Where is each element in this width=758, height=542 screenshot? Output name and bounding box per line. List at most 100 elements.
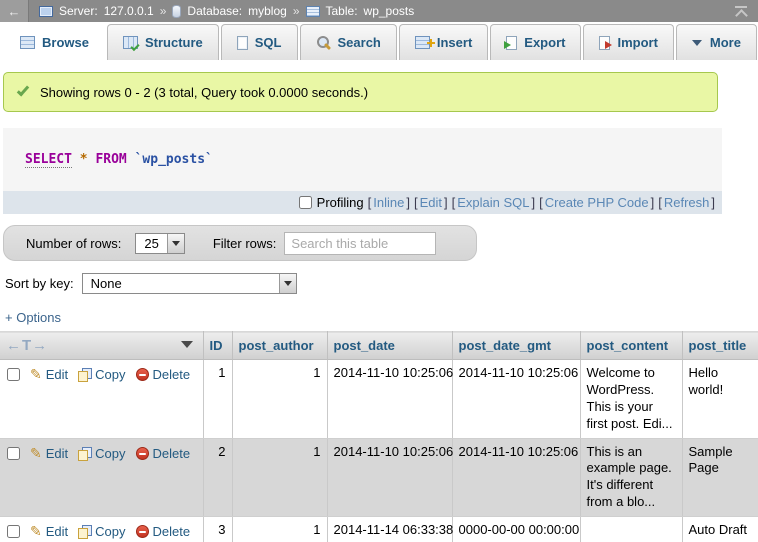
row-checkbox[interactable] [7,525,20,538]
bracket: [ [414,195,418,210]
cell-id: 3 [203,517,232,542]
row-actions: Edit Copy Delete [0,438,203,517]
edit-label: Edit [46,367,68,382]
edit-label: Edit [46,446,68,461]
server-link[interactable]: 127.0.0.1 [104,4,154,18]
tab-export[interactable]: Export [490,24,581,60]
database-link[interactable]: myblog [248,4,287,18]
sql-query: SELECT * FROM `wp_posts` [3,128,722,191]
tab-label: Browse [42,35,89,50]
delete-label: Delete [153,367,191,382]
cell-post-date-gmt: 0000-00-00 00:00:00 [452,517,580,542]
table-row: EditCopyDelete 3 1 2014-11-14 06:33:38 0… [0,517,758,542]
column-header-post-author[interactable]: post_author [232,332,327,360]
bracket: ] [444,195,448,210]
tab-structure[interactable]: Structure [107,24,219,60]
back-button[interactable]: ← [0,0,29,22]
sort-select[interactable]: None [82,273,297,294]
column-header-post-date[interactable]: post_date [327,332,452,360]
sql-keyword-select[interactable]: SELECT [25,152,72,168]
edit-button[interactable]: Edit [30,367,68,382]
filter-label: Filter rows: [213,236,277,251]
server-icon [39,6,53,17]
inline-link[interactable]: Inline [373,195,404,210]
sql-star: * [80,152,88,167]
breadcrumb-separator: » [293,4,300,18]
copy-icon [78,368,91,381]
bracket: [ [539,195,543,210]
delete-button[interactable]: Delete [136,446,191,461]
sort-row: Sort by key: None [5,273,758,294]
bracket: ] [651,195,655,210]
edit-button[interactable]: Edit [30,446,68,461]
column-header-id[interactable]: ID [203,332,232,360]
copy-button[interactable]: Copy [78,524,125,539]
column-header-post-date-gmt[interactable]: post_date_gmt [452,332,580,360]
success-check-icon [17,84,29,97]
rows-select[interactable]: 25 [135,233,184,254]
database-icon [172,5,181,18]
delete-button[interactable]: Delete [136,367,191,382]
profiling-checkbox[interactable] [299,196,312,209]
column-move-icon[interactable]: ←T→ [6,337,48,354]
cell-post-title: Sample Page [682,438,758,517]
filter-input[interactable] [284,232,436,255]
sql-query-box: SELECT * FROM `wp_posts` Profiling [ Inl… [3,128,722,214]
cell-post-date-gmt: 2014-11-10 10:25:06 [452,438,580,517]
tab-import[interactable]: Import [583,24,673,60]
tab-insert[interactable]: Insert [399,24,488,60]
tab-label: Export [524,35,565,50]
server-label: Server: [59,4,98,18]
explain-sql-link[interactable]: Explain SQL [457,195,529,210]
structure-icon [123,36,138,49]
bracket: [ [452,195,456,210]
cell-post-date: 2014-11-14 06:33:38 [327,517,452,542]
edit-query-link[interactable]: Edit [420,195,442,210]
delete-icon [136,368,149,381]
rows-select-value: 25 [136,234,166,253]
profiling-label: Profiling [317,195,364,210]
column-header-post-title[interactable]: post_title [682,332,758,360]
insert-icon [415,36,430,49]
tab-sql[interactable]: SQL [221,24,298,60]
copy-button[interactable]: Copy [78,446,125,461]
refresh-link[interactable]: Refresh [664,195,710,210]
delete-button[interactable]: Delete [136,524,191,539]
row-checkbox[interactable] [7,368,20,381]
query-toolbar: Profiling [ Inline ] [ Edit ] [ Explain … [3,191,722,214]
copy-button[interactable]: Copy [78,367,125,382]
column-options-dropdown-icon[interactable] [181,341,193,348]
copy-icon [78,525,91,538]
table-link[interactable]: wp_posts [364,4,415,18]
delete-label: Delete [153,524,191,539]
tab-browse[interactable]: Browse [4,24,105,60]
cell-post-content: This is an example page. It's different … [580,438,682,517]
bracket: [ [368,195,372,210]
collapse-panel-icon[interactable] [734,6,748,17]
sql-table-identifier: `wp_posts` [135,152,213,167]
tab-search[interactable]: Search [300,24,397,60]
options-toggle[interactable]: + Options [5,310,61,325]
cell-post-date: 2014-11-10 10:25:06 [327,438,452,517]
copy-label: Copy [95,446,125,461]
search-icon [316,36,331,50]
result-message-text: Showing rows 0 - 2 (3 total, Query took … [40,85,368,100]
tab-label: More [710,35,741,50]
dropdown-arrow-icon [279,274,296,293]
cell-post-date: 2014-11-10 10:25:06 [327,360,452,439]
row-actions: Edit Copy Delete [0,360,203,439]
bracket: [ [658,195,662,210]
row-checkbox[interactable] [7,447,20,460]
create-php-code-link[interactable]: Create PHP Code [545,195,649,210]
result-message: Showing rows 0 - 2 (3 total, Query took … [3,72,718,112]
cell-post-author: 1 [232,360,327,439]
sql-page-icon [237,36,248,50]
breadcrumb-separator: » [160,4,167,18]
cell-post-author: 1 [232,438,327,517]
column-header-post-content[interactable]: post_content [580,332,682,360]
edit-button[interactable]: Edit [30,524,68,539]
tab-more[interactable]: More [676,24,757,60]
back-arrow-icon: ← [8,4,21,19]
bracket: ] [532,195,536,210]
sort-label: Sort by key: [5,276,74,291]
